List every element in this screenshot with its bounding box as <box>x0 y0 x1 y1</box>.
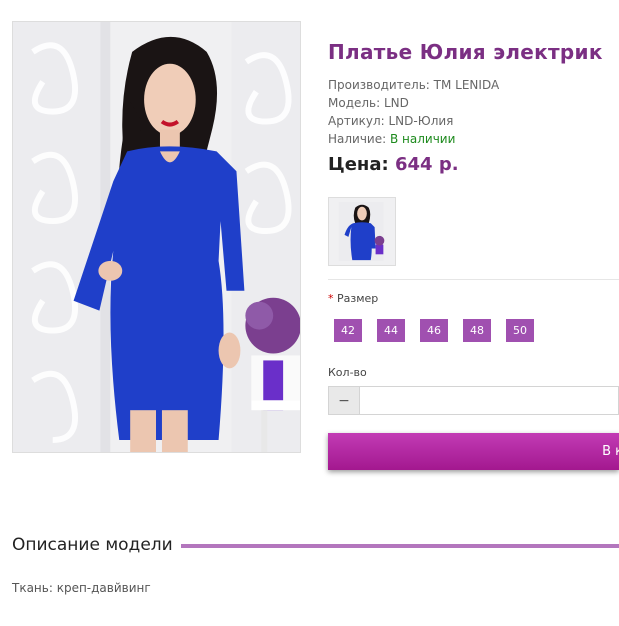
sku-row: Артикул: LND-Юлия <box>328 112 619 130</box>
qty-label: Кол-во <box>328 366 367 379</box>
product-main-image[interactable] <box>12 21 301 453</box>
availability-value: В наличии <box>389 132 456 146</box>
required-mark: * <box>328 292 334 305</box>
sku-value: LND-Юлия <box>388 114 454 128</box>
size-option-50[interactable]: 50 <box>506 319 534 342</box>
manufacturer-label: Производитель: <box>328 78 434 92</box>
size-option-44[interactable]: 44 <box>377 319 405 342</box>
model-label: Модель: <box>328 96 384 110</box>
model-row: Модель: LND <box>328 94 619 112</box>
qty-stepper: − <box>328 386 619 415</box>
description-title: Описание модели <box>12 535 173 555</box>
product-meta: Производитель: TM LENIDA Модель: LND Арт… <box>328 76 619 148</box>
product-title: Платье Юлия электрик <box>328 40 603 64</box>
price: Цена: 644 р. <box>328 154 619 175</box>
options-divider <box>328 279 619 280</box>
size-options: 42 44 46 48 50 <box>334 319 549 342</box>
model-value: LND <box>383 96 409 110</box>
description-fabric: Ткань: креп-давйвинг <box>12 581 151 595</box>
size-option-48[interactable]: 48 <box>463 319 491 342</box>
minus-icon: − <box>338 392 350 409</box>
qty-input[interactable] <box>360 386 619 415</box>
add-to-cart-button[interactable]: В к <box>328 433 619 470</box>
product-photo <box>13 22 300 452</box>
size-label: * Размер <box>328 292 378 305</box>
size-option-46[interactable]: 46 <box>420 319 448 342</box>
description-header: Описание модели <box>12 535 619 555</box>
add-to-cart-label: В к <box>602 444 619 459</box>
price-value: 644 р. <box>394 154 459 175</box>
sku-label: Артикул: <box>328 114 389 128</box>
qty-minus-button[interactable]: − <box>328 386 360 415</box>
size-option-42[interactable]: 42 <box>334 319 362 342</box>
manufacturer-value: TM LENIDA <box>433 78 500 92</box>
description-title-line <box>180 544 619 548</box>
product-info: Платье Юлия электрик Производитель: TM L… <box>328 40 619 175</box>
manufacturer-row: Производитель: TM LENIDA <box>328 76 619 94</box>
thumbnail-image <box>329 198 395 265</box>
product-thumbnail[interactable] <box>328 197 396 266</box>
price-label: Цена: <box>328 154 389 175</box>
availability-label: Наличие: <box>328 132 390 146</box>
availability-row: Наличие: В наличии <box>328 130 619 148</box>
size-label-text: Размер <box>337 292 379 305</box>
